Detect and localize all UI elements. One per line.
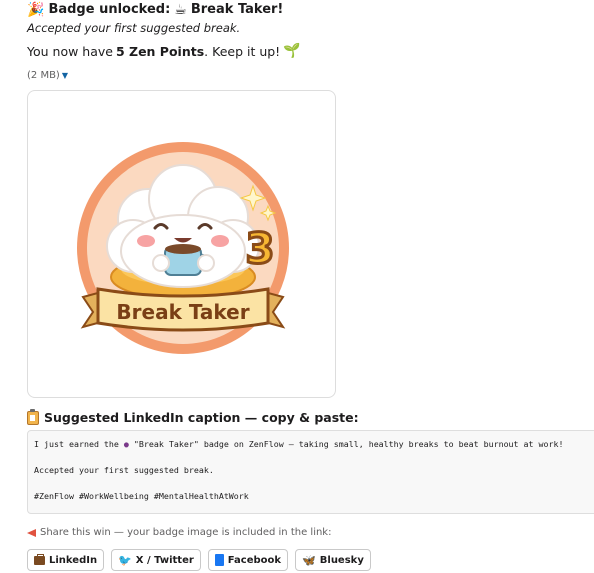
points-text-after: . Keep it up! — [204, 43, 281, 59]
caption-line-2: Accepted your first suggested break. — [34, 465, 214, 475]
badge-subtitle: Accepted your first suggested break. — [27, 21, 241, 35]
briefcase-icon — [34, 553, 45, 565]
badge-number: 3 — [245, 224, 274, 273]
share-button-row: LinkedIn 🐦 X / Twitter Facebook 🦋 Bluesk… — [27, 549, 371, 571]
zen-points-line: You now have 5 Zen Points. Keep it up! 🌱 — [27, 43, 301, 59]
caption-line-1-after: "Break Taker" badge on ZenFlow — taking … — [133, 439, 564, 449]
linkedin-caption-heading: Suggested LinkedIn caption — copy & past… — [27, 408, 359, 425]
share-bluesky-button[interactable]: 🦋 Bluesky — [295, 549, 371, 571]
share-bluesky-label: Bluesky — [319, 554, 364, 566]
badge-title-prefix: Badge unlocked: — [48, 2, 171, 17]
share-facebook-label: Facebook — [227, 554, 282, 566]
share-prompt-text: Share this win — your badge image is inc… — [40, 527, 332, 538]
share-linkedin-label: LinkedIn — [49, 554, 98, 566]
caret-down-icon: ▼ — [61, 71, 68, 80]
attachment-size-label: (2 MB) — [27, 70, 60, 81]
attachment-size-toggle[interactable]: (2 MB) ▼ — [27, 70, 68, 81]
points-value: 5 Zen Points — [115, 43, 205, 59]
points-text-before: You now have — [27, 43, 113, 59]
share-facebook-button[interactable]: Facebook — [207, 549, 289, 571]
share-twitter-label: X / Twitter — [135, 554, 194, 566]
share-prompt: Share this win — your badge image is inc… — [27, 527, 331, 538]
badge-title-name: Break Taker! — [190, 2, 284, 17]
coffee-icon: ☕ — [174, 1, 187, 18]
share-linkedin-button[interactable]: LinkedIn — [27, 549, 105, 571]
caption-code-block[interactable]: I just earned the ● "Break Taker" badge … — [27, 430, 594, 514]
share-twitter-button[interactable]: 🐦 X / Twitter — [111, 549, 201, 571]
caption-line-1: I just earned the ● "Break Taker" badge … — [34, 438, 594, 450]
sprout-icon: 🌱 — [283, 43, 301, 59]
caption-line-3: #ZenFlow #WorkWellbeing #MentalHealthAtW… — [34, 491, 249, 501]
megaphone-icon — [27, 528, 36, 537]
party-popper-icon: 🎉 — [27, 1, 45, 18]
message-container: 🎉 Badge unlocked: ☕ Break Taker! Accepte… — [0, 0, 594, 573]
caption-line-1-before: I just earned the — [34, 439, 119, 449]
facebook-icon — [214, 554, 224, 566]
bird-icon: 🐦 — [118, 553, 132, 567]
badge-title-row: 🎉 Badge unlocked: ☕ Break Taker! — [27, 2, 283, 17]
clipboard-icon — [27, 408, 39, 425]
butterfly-icon: 🦋 — [302, 553, 316, 567]
badge-banner-text: Break Taker — [116, 300, 249, 324]
badge-emoji-icon: ● — [123, 439, 129, 449]
badge-image-attachment[interactable]: 3 Break Taker — [27, 90, 336, 398]
break-taker-badge-image: 3 Break Taker — [73, 138, 293, 358]
caption-heading-text: Suggested LinkedIn caption — copy & past… — [44, 410, 359, 425]
